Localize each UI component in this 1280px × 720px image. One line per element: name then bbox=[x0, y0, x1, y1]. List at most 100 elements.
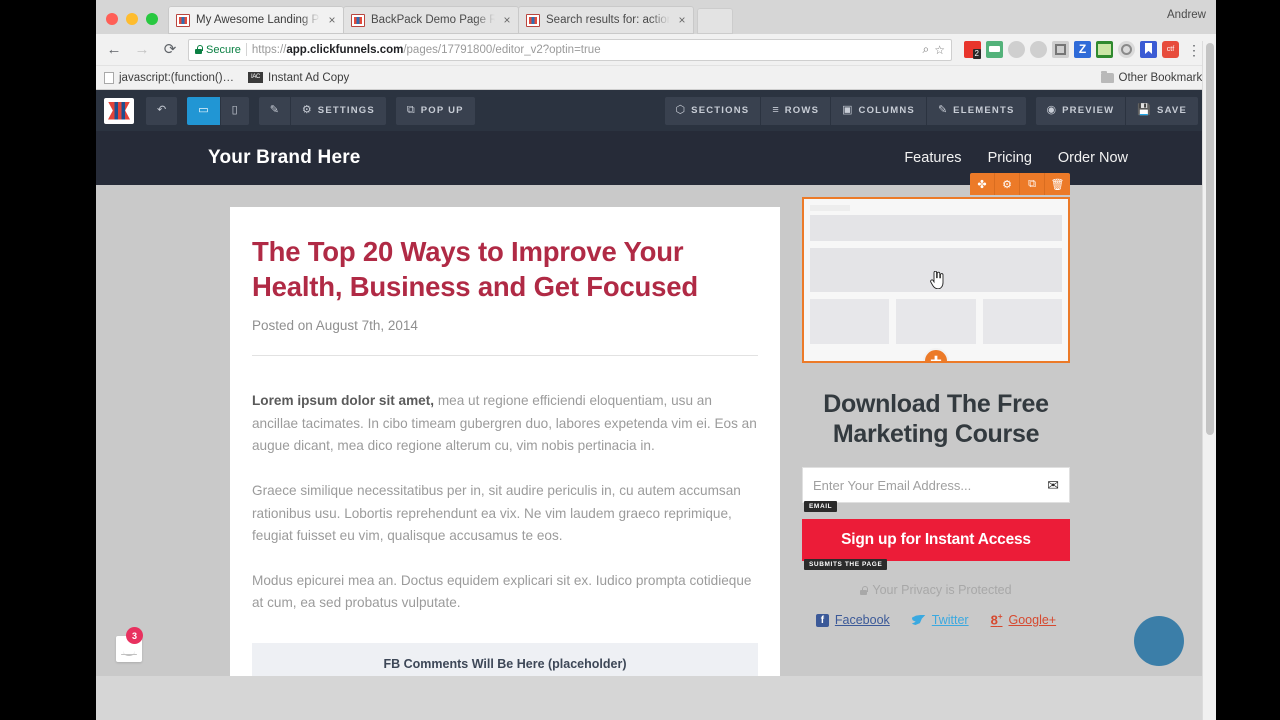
undo-button[interactable]: ↶ bbox=[146, 97, 177, 125]
extension-icon-3[interactable] bbox=[1008, 41, 1025, 58]
article-paragraph-3[interactable]: Modus epicurei mea an. Doctus equidem ex… bbox=[252, 570, 758, 615]
address-bar[interactable]: Secure https://app.clickfunnels.com/page… bbox=[188, 38, 952, 61]
extension-icon-4[interactable] bbox=[1030, 41, 1047, 58]
cta-tag: SUBMITS THE PAGE bbox=[804, 559, 888, 570]
url-text: https://app.clickfunnels.com/pages/17791… bbox=[251, 43, 601, 56]
extension-icon-9[interactable] bbox=[1140, 41, 1157, 58]
profile-name[interactable]: Andrew bbox=[1167, 9, 1206, 21]
email-field-wrapper: Enter Your Email Address... ✉ EMAIL bbox=[802, 467, 1070, 512]
extension-icon-6[interactable]: Z bbox=[1074, 41, 1091, 58]
blue-circle-overlay bbox=[1134, 616, 1184, 666]
page-canvas: Your Brand Here Features Pricing Order N… bbox=[96, 131, 1216, 676]
tab-close-icon[interactable]: × bbox=[326, 14, 338, 26]
lock-icon bbox=[195, 45, 203, 54]
signup-button[interactable]: Sign up for Instant Access bbox=[802, 519, 1070, 561]
search-icon[interactable]: ⌕ bbox=[923, 42, 930, 57]
bookmark-star-icon[interactable]: ☆ bbox=[934, 43, 945, 57]
gear-icon[interactable]: ⚙ bbox=[995, 173, 1020, 195]
move-handle-icon[interactable]: ✤ bbox=[970, 173, 995, 195]
undo-icon: ↶ bbox=[157, 104, 167, 116]
new-tab-button[interactable] bbox=[697, 8, 733, 34]
tab-close-icon[interactable]: × bbox=[676, 14, 688, 26]
extension-icon-5[interactable] bbox=[1052, 41, 1069, 58]
back-icon[interactable]: ← bbox=[104, 42, 124, 57]
nav-link-order-now[interactable]: Order Now bbox=[1058, 150, 1128, 166]
elements-label: ELEMENTS bbox=[953, 105, 1015, 116]
social-link-googleplus[interactable]: 8+ Google+ bbox=[991, 613, 1057, 627]
mobile-view-button[interactable]: ▯ bbox=[221, 97, 249, 125]
clickfunnels-logo[interactable] bbox=[104, 97, 134, 124]
settings-button[interactable]: ⚙ SETTINGS bbox=[291, 97, 386, 125]
sections-icon: ⬡ bbox=[675, 104, 686, 116]
extension-icon-10[interactable] bbox=[1162, 41, 1179, 58]
browser-tab-3[interactable]: Search results for: actionetics × bbox=[518, 6, 694, 34]
device-toggle-group: ▭ ▯ bbox=[187, 96, 249, 125]
bookmark-item-javascript[interactable]: javascript:(function()… bbox=[104, 71, 234, 84]
nav-link-pricing[interactable]: Pricing bbox=[988, 150, 1032, 166]
browser-scrollbar[interactable] bbox=[1202, 41, 1216, 720]
social-link-twitter[interactable]: Twitter bbox=[911, 613, 969, 627]
optin-headline[interactable]: Download The Free Marketing Course bbox=[802, 389, 1070, 449]
browser-tab-2[interactable]: BackPack Demo Page Resourc × bbox=[343, 6, 519, 34]
divider bbox=[245, 43, 247, 56]
preview-button[interactable]: ◉ PREVIEW bbox=[1036, 96, 1127, 125]
email-input[interactable]: Enter Your Email Address... ✉ bbox=[802, 467, 1070, 503]
external-link-icon: ⧉ bbox=[406, 104, 415, 116]
minimize-window-button[interactable] bbox=[126, 13, 138, 25]
page-body: The Top 20 Ways to Improve Your Health, … bbox=[96, 173, 1216, 676]
columns-icon: ▣ bbox=[842, 104, 853, 116]
brand-title[interactable]: Your Brand Here bbox=[208, 147, 361, 169]
editor-toolbar-right: ⬡ SECTIONS ≡ ROWS ▣ COLUMNS ✎ ELEMENTS ◉… bbox=[664, 96, 1208, 125]
chrome-menu-icon[interactable]: ⋮ bbox=[1187, 43, 1201, 57]
clickfunnels-favicon bbox=[176, 13, 190, 27]
duplicate-icon[interactable]: ⧉ bbox=[1020, 173, 1045, 195]
article-paragraph-1[interactable]: Lorem ipsum dolor sit amet, mea ut regio… bbox=[252, 390, 758, 458]
selected-image-element[interactable]: ✚ bbox=[802, 197, 1070, 363]
other-bookmarks-button[interactable]: Other Bookmarks bbox=[1100, 70, 1208, 84]
editor-toolbar: ↶ ▭ ▯ ✎ ⚙ SETTINGS ⧉ POP UP ⬡ SECTIONS ≡… bbox=[96, 90, 1216, 131]
save-icon: 💾 bbox=[1137, 104, 1152, 116]
extension-icon-2[interactable] bbox=[986, 41, 1003, 58]
tab-strip: My Awesome Landing Page - | × BackPack D… bbox=[96, 0, 1216, 34]
privacy-text: Your Privacy is Protected bbox=[872, 583, 1012, 597]
add-element-button[interactable]: ✚ bbox=[923, 348, 949, 361]
rows-button[interactable]: ≡ ROWS bbox=[761, 96, 832, 125]
forward-icon[interactable]: → bbox=[132, 42, 152, 57]
reload-icon[interactable]: ⟳ bbox=[160, 42, 180, 57]
bookmark-item-instant-ad-copy[interactable]: IAC Instant Ad Copy bbox=[248, 72, 349, 84]
close-window-button[interactable] bbox=[106, 13, 118, 25]
popup-button[interactable]: ⧉ POP UP bbox=[396, 97, 475, 125]
elements-icon: ✎ bbox=[937, 104, 948, 116]
window-controls[interactable] bbox=[96, 13, 168, 34]
extension-icon-7[interactable] bbox=[1096, 41, 1113, 58]
columns-button[interactable]: ▣ COLUMNS bbox=[831, 96, 927, 125]
browser-tab-1[interactable]: My Awesome Landing Page - | × bbox=[168, 6, 344, 34]
save-button[interactable]: 💾 SAVE bbox=[1126, 97, 1198, 125]
trash-icon[interactable]: 🗑 bbox=[1045, 173, 1070, 195]
fb-comments-placeholder[interactable]: FB Comments Will Be Here (placeholder) bbox=[252, 642, 758, 676]
privacy-note: Your Privacy is Protected bbox=[802, 583, 1070, 597]
folder-icon bbox=[1100, 70, 1114, 83]
social-label: Google+ bbox=[1008, 613, 1057, 627]
extension-icon-1[interactable] bbox=[964, 41, 981, 59]
nav-link-features[interactable]: Features bbox=[904, 150, 961, 166]
preview-label: PREVIEW bbox=[1062, 105, 1115, 116]
googleplus-icon: 8+ bbox=[990, 612, 1003, 628]
extension-icon-8[interactable] bbox=[1118, 41, 1135, 58]
article-paragraph-2[interactable]: Graece similique necessitatibus per in, … bbox=[252, 480, 758, 548]
clickfunnels-favicon bbox=[526, 13, 540, 27]
article-title[interactable]: The Top 20 Ways to Improve Your Health, … bbox=[252, 235, 758, 304]
maximize-window-button[interactable] bbox=[146, 13, 158, 25]
social-link-facebook[interactable]: f Facebook bbox=[815, 613, 890, 627]
tab-title: Search results for: actionetics bbox=[546, 14, 670, 26]
settings-label: SETTINGS bbox=[317, 105, 375, 116]
placeholder-col-3 bbox=[982, 299, 1062, 344]
elements-button[interactable]: ✎ ELEMENTS bbox=[927, 97, 1026, 125]
brush-button[interactable]: ✎ bbox=[259, 96, 291, 125]
article-card[interactable]: The Top 20 Ways to Improve Your Health, … bbox=[230, 207, 780, 676]
sections-button[interactable]: ⬡ SECTIONS bbox=[665, 96, 762, 125]
browser-scrollbar-thumb[interactable] bbox=[1206, 43, 1214, 435]
desktop-view-button[interactable]: ▭ bbox=[187, 96, 221, 125]
tab-close-icon[interactable]: × bbox=[501, 14, 513, 26]
security-indicator[interactable]: Secure bbox=[195, 44, 241, 56]
